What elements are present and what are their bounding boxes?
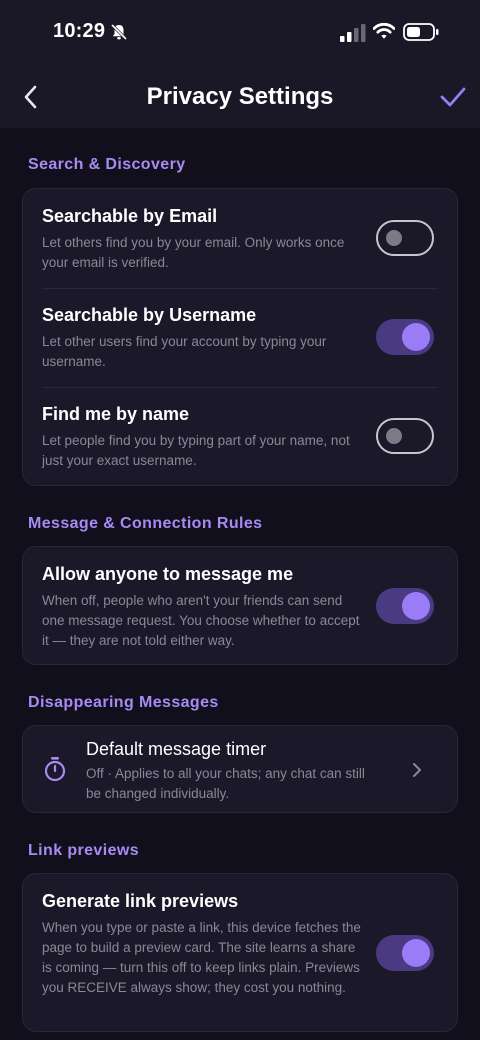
- searchable-email-toggle[interactable]: [376, 220, 434, 256]
- setting-row-searchable-username: Searchable by Username Let other users f…: [23, 288, 457, 387]
- disappearing-messages-card[interactable]: Default message timer Off · Applies to a…: [22, 725, 458, 813]
- section-label-search: Search & Discovery: [28, 156, 186, 173]
- search-discovery-card: Searchable by Email Let others find you …: [22, 188, 458, 486]
- section-label-links: Link previews: [28, 842, 140, 859]
- setting-title: Find me by name: [42, 404, 190, 424]
- battery-icon: [403, 23, 439, 41]
- setting-description: Let people find you by typing part of yo…: [42, 433, 350, 468]
- toggle-knob: [386, 230, 402, 246]
- setting-description: When off, people who aren't your friends…: [42, 593, 360, 648]
- bell-muted-icon: [110, 23, 128, 41]
- allow-anyone-toggle[interactable]: [376, 588, 434, 624]
- toggle-knob: [402, 323, 430, 351]
- setting-title: Searchable by Email: [42, 206, 218, 226]
- message-rules-card: Allow anyone to message me When off, peo…: [22, 546, 458, 665]
- wifi-icon: [373, 22, 395, 39]
- setting-title: Searchable by Username: [42, 305, 257, 325]
- setting-description: Let other users find your account by typ…: [42, 334, 327, 369]
- setting-title: Allow anyone to message me: [42, 564, 294, 584]
- timer-description: Off · Applies to all your chats; any cha…: [86, 766, 365, 801]
- setting-row-searchable-email: Searchable by Email Let others find you …: [23, 189, 457, 288]
- cellular-signal-icon: [340, 24, 366, 42]
- save-check-icon[interactable]: [440, 86, 466, 108]
- section-label-disappearing: Disappearing Messages: [28, 694, 219, 711]
- chevron-right-icon: [413, 763, 421, 777]
- link-previews-card: Generate link previews When you type or …: [22, 873, 458, 1032]
- setting-description: Let others find you by your email. Only …: [42, 235, 345, 270]
- timer-title: Default message timer: [86, 739, 267, 759]
- toggle-knob: [402, 939, 430, 967]
- toggle-knob: [386, 428, 402, 444]
- link-previews-toggle[interactable]: [376, 935, 434, 971]
- setting-row-find-by-name: Find me by name Let people find you by t…: [23, 387, 457, 486]
- setting-row-link-previews: Generate link previews When you type or …: [23, 874, 457, 1033]
- find-by-name-toggle[interactable]: [376, 418, 434, 454]
- toggle-knob: [402, 592, 430, 620]
- setting-row-allow-anyone: Allow anyone to message me When off, peo…: [23, 547, 457, 666]
- setting-description: When you type or paste a link, this devi…: [42, 920, 361, 995]
- top-bar: 10:29 Privacy Settings: [0, 0, 480, 128]
- status-time: 10:29: [53, 20, 106, 42]
- section-label-message: Message & Connection Rules: [28, 515, 263, 532]
- searchable-username-toggle[interactable]: [376, 319, 434, 355]
- timer-icon: [44, 757, 66, 782]
- setting-title: Generate link previews: [42, 891, 239, 911]
- page-title: Privacy Settings: [146, 83, 334, 110]
